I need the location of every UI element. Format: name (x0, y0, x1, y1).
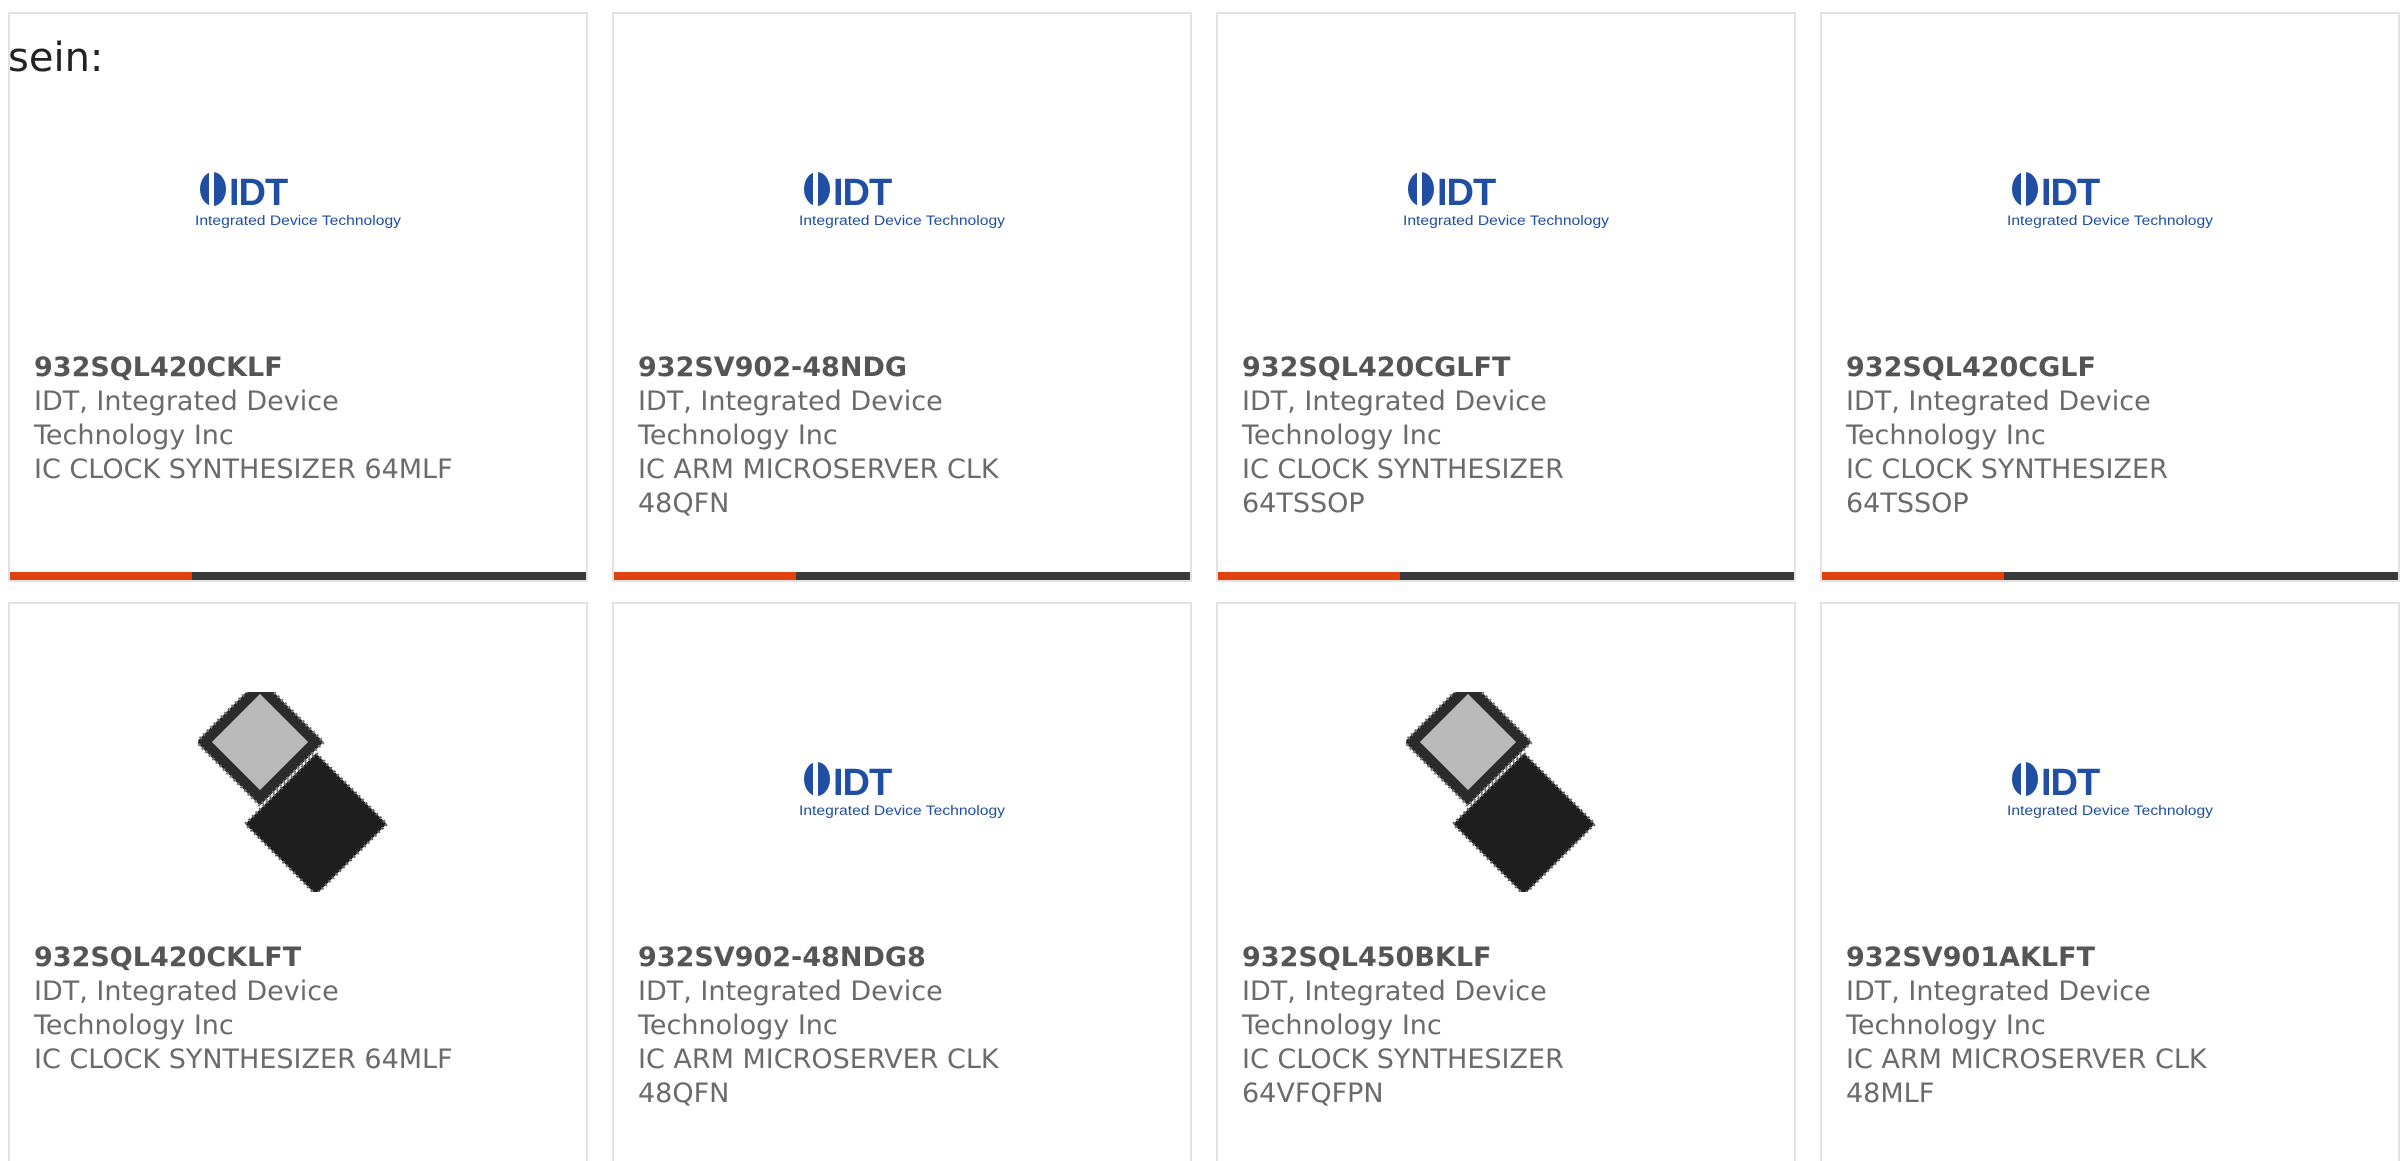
card-accent-bar (614, 572, 796, 580)
card-bottom-bar (1822, 572, 2398, 580)
product-card[interactable]: IDT Integrated Device Technology 932SV90… (1820, 602, 2400, 1161)
product-info: 932SQL420CGLF IDT, Integrated Device Tech… (1846, 351, 2374, 521)
product-card[interactable]: 932SQL450BKLF IDT, Integrated Device Tech… (1216, 602, 1796, 1161)
product-card[interactable]: IDT Integrated Device Technology 932SQL4… (8, 12, 588, 582)
chip-photo-icon (1406, 692, 1597, 892)
card-bottom-bar (1218, 572, 1794, 580)
description-text: IC ARM MICROSERVER CLK 48QFN (638, 454, 999, 519)
idt-logo: IDT Integrated Device Technology (799, 762, 1005, 818)
description-text: IC ARM MICROSERVER CLK 48MLF (1846, 1044, 2207, 1109)
product-image[interactable] (10, 662, 586, 922)
card-bottom-bar (10, 572, 586, 580)
description-text: IC CLOCK SYNTHESIZER 64MLF (34, 1044, 453, 1075)
logo-brand: IDT (2041, 172, 2100, 214)
part-number-link[interactable]: 932SQL420CGLFT (1242, 351, 1770, 385)
product-image[interactable]: IDT Integrated Device Technology (1822, 144, 2398, 254)
product-image[interactable]: IDT Integrated Device Technology (1218, 144, 1794, 254)
manufacturer-text: IDT, Integrated Device Technology Inc (34, 976, 339, 1041)
product-grid: IDT Integrated Device Technology 932SQL4… (8, 12, 2400, 1161)
manufacturer-text: IDT, Integrated Device Technology Inc (1242, 386, 1547, 451)
card-accent-bar (10, 572, 192, 580)
product-card[interactable]: IDT Integrated Device Technology 932SQL4… (1820, 12, 2400, 582)
logo-brand: IDT (229, 172, 288, 214)
product-info: 932SV902-48NDG IDT, Integrated Device Tec… (638, 351, 1166, 521)
product-card[interactable]: IDT Integrated Device Technology 932SV90… (612, 12, 1192, 582)
manufacturer-text: IDT, Integrated Device Technology Inc (1242, 976, 1547, 1041)
logo-tagline: Integrated Device Technology (2007, 803, 2213, 818)
chip-photo-icon (198, 692, 389, 892)
idt-logo: IDT Integrated Device Technology (1403, 172, 1609, 228)
description-text: IC ARM MICROSERVER CLK 48QFN (638, 1044, 999, 1109)
manufacturer-text: IDT, Integrated Device Technology Inc (1846, 386, 2151, 451)
part-number-link[interactable]: 932SV902-48NDG (638, 351, 1166, 385)
product-info: 932SQL420CKLFT IDT, Integrated Device Tec… (34, 941, 562, 1077)
description-text: IC CLOCK SYNTHESIZER 64TSSOP (1242, 454, 1564, 519)
logo-brand: IDT (2041, 762, 2100, 804)
logo-brand: IDT (833, 172, 892, 214)
idt-logo: IDT Integrated Device Technology (799, 172, 1005, 228)
manufacturer-text: IDT, Integrated Device Technology Inc (34, 386, 339, 451)
idt-logo: IDT Integrated Device Technology (195, 172, 401, 228)
product-card[interactable]: IDT Integrated Device Technology 932SQL4… (1216, 12, 1796, 582)
card-bottom-bar (614, 572, 1190, 580)
part-number-link[interactable]: 932SQL420CKLF (34, 351, 562, 385)
manufacturer-text: IDT, Integrated Device Technology Inc (638, 976, 943, 1041)
description-text: IC CLOCK SYNTHESIZER 64TSSOP (1846, 454, 2168, 519)
logo-tagline: Integrated Device Technology (195, 213, 401, 228)
part-number-link[interactable]: 932SQL420CKLFT (34, 941, 562, 975)
part-number-link[interactable]: 932SV902-48NDG8 (638, 941, 1166, 975)
product-image[interactable]: IDT Integrated Device Technology (614, 734, 1190, 844)
idt-logo: IDT Integrated Device Technology (2007, 172, 2213, 228)
product-image[interactable]: IDT Integrated Device Technology (10, 144, 586, 254)
product-info: 932SQL420CKLF IDT, Integrated Device Tech… (34, 351, 562, 487)
logo-tagline: Integrated Device Technology (799, 803, 1005, 818)
logo-brand: IDT (1437, 172, 1496, 214)
description-text: IC CLOCK SYNTHESIZER 64MLF (34, 454, 453, 485)
product-info: 932SV902-48NDG8 IDT, Integrated Device Te… (638, 941, 1166, 1111)
description-text: IC CLOCK SYNTHESIZER 64VFQFPN (1242, 1044, 1564, 1109)
product-card[interactable]: 932SQL420CKLFT IDT, Integrated Device Tec… (8, 602, 588, 1161)
logo-brand: IDT (833, 762, 892, 804)
product-info: 932SV901AKLFT IDT, Integrated Device Tech… (1846, 941, 2374, 1111)
card-accent-bar (1218, 572, 1400, 580)
product-info: 932SQL420CGLFT IDT, Integrated Device Tec… (1242, 351, 1770, 521)
part-number-link[interactable]: 932SQL420CGLF (1846, 351, 2374, 385)
manufacturer-text: IDT, Integrated Device Technology Inc (1846, 976, 2151, 1041)
logo-tagline: Integrated Device Technology (2007, 213, 2213, 228)
product-image[interactable]: IDT Integrated Device Technology (614, 144, 1190, 254)
intro-text: sein: (8, 35, 104, 81)
product-image[interactable]: IDT Integrated Device Technology (1822, 734, 2398, 844)
product-info: 932SQL450BKLF IDT, Integrated Device Tech… (1242, 941, 1770, 1111)
manufacturer-text: IDT, Integrated Device Technology Inc (638, 386, 943, 451)
card-accent-bar (1822, 572, 2004, 580)
part-number-link[interactable]: 932SQL450BKLF (1242, 941, 1770, 975)
product-card[interactable]: IDT Integrated Device Technology 932SV90… (612, 602, 1192, 1161)
idt-logo: IDT Integrated Device Technology (2007, 762, 2213, 818)
logo-tagline: Integrated Device Technology (1403, 213, 1609, 228)
product-image[interactable] (1218, 662, 1794, 922)
part-number-link[interactable]: 932SV901AKLFT (1846, 941, 2374, 975)
page: sein: IDT Integrated Device Technology 9… (0, 0, 2404, 1161)
logo-tagline: Integrated Device Technology (799, 213, 1005, 228)
